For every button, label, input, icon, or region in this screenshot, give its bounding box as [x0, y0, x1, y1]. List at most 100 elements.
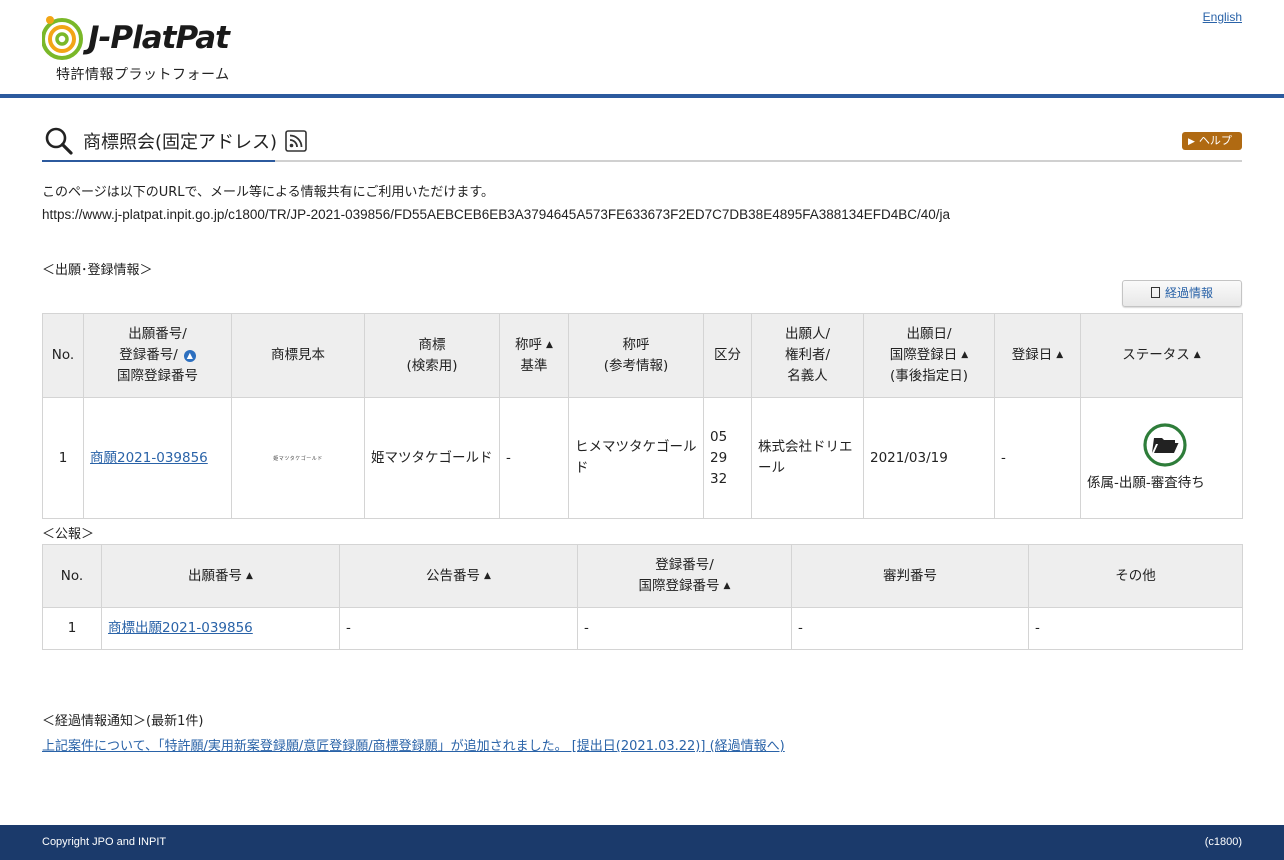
header-line: 登録番号/ — [655, 557, 714, 573]
header-line: (検索用) — [406, 358, 457, 374]
table-row: 1 商願2021-039856 姫マツタケゴールド 姫マツタケゴールド - ヒメ… — [43, 398, 1243, 519]
header-line: ステータス — [1122, 347, 1190, 363]
trademark-sample-image: 姫マツタケゴールド — [273, 456, 323, 462]
help-label: ヘルプ — [1199, 134, 1232, 147]
cell-applicant: 株式会社ドリエール — [752, 398, 864, 519]
document-icon — [1151, 287, 1160, 298]
col-header-no: No. — [43, 545, 102, 608]
col-header-other: その他 — [1029, 545, 1243, 608]
cell-trial-no: - — [792, 608, 1029, 650]
col-header-applicant: 出願人/ 権利者/ 名義人 — [752, 314, 864, 398]
cell-trademark-sample[interactable]: 姫マツタケゴールド — [232, 398, 365, 519]
header-line: 出願番号/ — [128, 326, 187, 342]
share-info-text: このページは以下のURLで、メール等による情報共有にご利用いただけます。 — [42, 181, 494, 200]
cell-pub-no: - — [340, 608, 578, 650]
header-line: 名義人 — [787, 368, 828, 384]
sort-up-icon[interactable]: ▲ — [184, 350, 196, 362]
header-line: 登録日 — [1012, 347, 1053, 363]
sort-triangle-icon[interactable]: ▲ — [246, 571, 253, 581]
cell-app-no: 商標出願2021-039856 — [102, 608, 340, 650]
col-header-no: No. — [43, 314, 84, 398]
header-line: (参考情報) — [604, 358, 669, 374]
header-line: 称呼 — [515, 337, 542, 353]
col-header-trial-no: 審判番号 — [792, 545, 1029, 608]
col-header-sample: 商標見本 — [232, 314, 365, 398]
table-header-row: No. 出願番号/ 登録番号/ ▲ 国際登録番号 商標見本 商標 (検索用) 称呼… — [43, 314, 1243, 398]
table-row: 1 商標出願2021-039856 - - - - — [43, 608, 1243, 650]
col-header-mark: 商標 (検索用) — [365, 314, 500, 398]
header-line: 国際登録番号 — [639, 578, 720, 594]
col-header-pub-no: 公告番号 ▲ — [340, 545, 578, 608]
page-title-bar: 商標照会(固定アドレス) ▶ ヘルプ — [42, 120, 1242, 162]
page-code: (c1800) — [1205, 836, 1242, 848]
cell-reg-no: - — [578, 608, 792, 650]
logo-subtitle: 特許情報プラットフォーム — [56, 64, 230, 84]
progress-info-button[interactable]: 経過情報 — [1122, 280, 1242, 307]
header-line: 商標 — [419, 337, 446, 353]
progress-info-label: 経過情報 — [1165, 286, 1213, 300]
sort-triangle-icon[interactable]: ▲ — [1194, 350, 1201, 360]
help-button[interactable]: ▶ ヘルプ — [1182, 132, 1242, 150]
play-icon: ▶ — [1188, 133, 1195, 151]
fixed-url: https://www.j-platpat.inpit.go.jp/c1800/… — [42, 207, 950, 222]
cell-status: 係属-出願-審査待ち — [1081, 398, 1243, 519]
class-code: 29 — [710, 450, 727, 466]
col-header-class: 区分 — [704, 314, 752, 398]
header-line: (事後指定日) — [890, 368, 968, 384]
gazette-application-link[interactable]: 商標出願2021-039856 — [108, 620, 253, 636]
header-line: 登録番号/ — [119, 347, 178, 363]
col-header-app-no: 出願番号 ▲ — [102, 545, 340, 608]
table-header-row: No. 出願番号 ▲ 公告番号 ▲ 登録番号/ 国際登録番号 ▲ 審判番号 その他 — [43, 545, 1243, 608]
sort-triangle-icon[interactable]: ▲ — [484, 571, 491, 581]
sort-triangle-icon[interactable]: ▲ — [724, 581, 731, 591]
cell-reg-date: - — [995, 398, 1081, 519]
english-link[interactable]: English — [1203, 10, 1242, 24]
sort-triangle-icon[interactable]: ▲ — [546, 340, 553, 350]
header-line: 基準 — [521, 358, 548, 374]
status-text: 係属-出願-審査待ち — [1087, 475, 1205, 491]
gazette-table: No. 出願番号 ▲ 公告番号 ▲ 登録番号/ 国際登録番号 ▲ 審判番号 その他 1… — [42, 544, 1243, 650]
cell-yomi-base: - — [500, 398, 569, 519]
application-table: No. 出願番号/ 登録番号/ ▲ 国際登録番号 商標見本 商標 (検索用) 称呼… — [42, 313, 1243, 519]
col-header-status: ステータス ▲ — [1081, 314, 1243, 398]
site-header: J-PlatPat 特許情報プラットフォーム English — [0, 0, 1284, 94]
notice-label: ＜経過情報通知＞(最新1件) — [42, 710, 203, 729]
cell-no: 1 — [43, 608, 102, 650]
header-line: 出願人/ — [785, 326, 830, 342]
title-underline-active — [42, 160, 275, 162]
section-label-gazette: ＜公報＞ — [42, 523, 94, 542]
col-header-date: 出願日/ 国際登録日▲ (事後指定日) — [864, 314, 995, 398]
col-header-reg-date: 登録日▲ — [995, 314, 1081, 398]
header-line: 権利者/ — [785, 347, 830, 363]
header-line: 出願日/ — [906, 326, 951, 342]
cell-no: 1 — [43, 398, 84, 519]
cell-other: - — [1029, 608, 1243, 650]
cell-date: 2021/03/19 — [864, 398, 995, 519]
page-title: 商標照会(固定アドレス) — [83, 128, 277, 154]
col-header-app-no: 出願番号/ 登録番号/ ▲ 国際登録番号 — [84, 314, 232, 398]
section-label-application: ＜出願･登録情報＞ — [42, 259, 153, 278]
rss-icon[interactable] — [285, 130, 307, 152]
logo-wordmark: J-PlatPat — [88, 20, 229, 56]
header-divider — [0, 94, 1284, 98]
col-header-reg-no: 登録番号/ 国際登録番号 ▲ — [578, 545, 792, 608]
application-number-link[interactable]: 商願2021-039856 — [90, 450, 208, 466]
header-line: 公告番号 — [426, 568, 480, 584]
folder-open-icon[interactable] — [1143, 423, 1187, 467]
class-code: 05 — [710, 429, 727, 445]
site-footer: Copyright JPO and INPIT (c1800) — [0, 825, 1284, 860]
search-icon — [44, 126, 74, 156]
cell-mark: 姫マツタケゴールド — [365, 398, 500, 519]
sort-triangle-icon[interactable]: ▲ — [1056, 350, 1063, 360]
cell-class: 05 29 32 — [704, 398, 752, 519]
header-line: 称呼 — [623, 337, 650, 353]
logo-swirl-icon — [42, 14, 86, 60]
cell-yomi-ref: ヒメマツタケゴールド — [569, 398, 704, 519]
col-header-yomi-ref: 称呼 (参考情報) — [569, 314, 704, 398]
header-line: 国際登録番号 — [117, 368, 198, 384]
class-code: 32 — [710, 471, 727, 487]
sort-triangle-icon[interactable]: ▲ — [961, 350, 968, 360]
progress-notice-link[interactable]: 上記案件について、「特許願/実用新案登録願/意匠登録願/商標登録願」が追加されま… — [42, 735, 785, 754]
j-platpat-logo[interactable]: J-PlatPat 特許情報プラットフォーム — [42, 14, 242, 84]
header-line: 出願番号 — [188, 568, 242, 584]
